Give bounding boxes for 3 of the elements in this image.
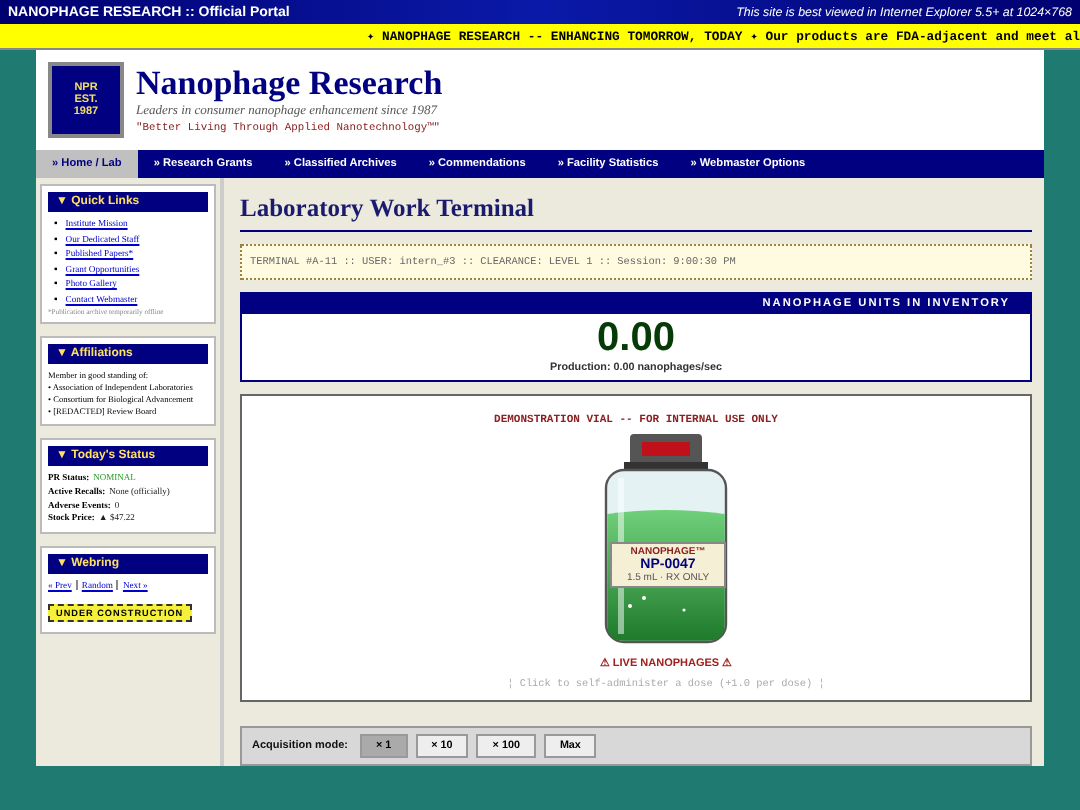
inventory-count: 0.00	[595, 314, 677, 362]
site-heading: Nanophage Research	[136, 66, 443, 104]
page-title: Laboratory Work Terminal	[240, 194, 1032, 232]
